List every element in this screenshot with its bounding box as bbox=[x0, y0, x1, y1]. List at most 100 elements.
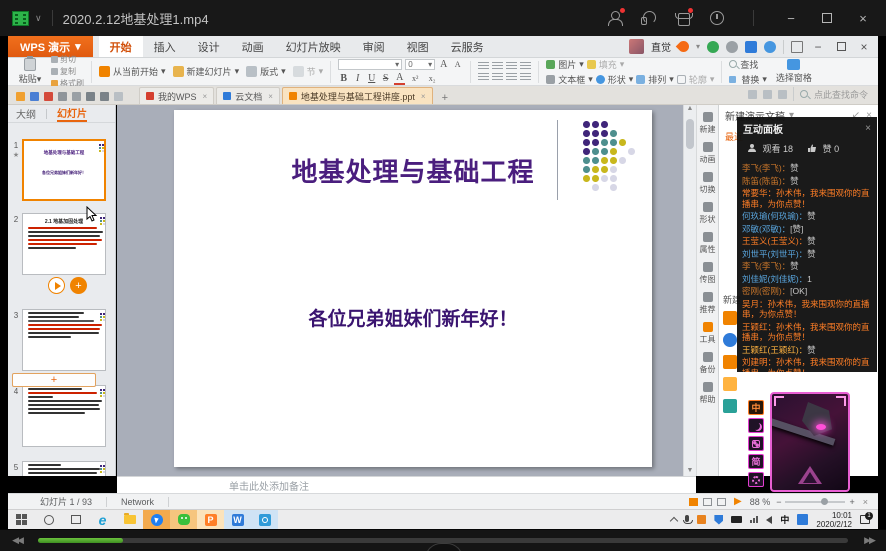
reading-view-button[interactable] bbox=[716, 497, 726, 506]
writer-app-icon[interactable]: W bbox=[224, 510, 251, 529]
vertical-scrollbar[interactable]: ▲ ▼ bbox=[683, 105, 696, 476]
panel-tab-大纲[interactable]: 大纲 bbox=[16, 105, 36, 122]
skin-icon[interactable] bbox=[675, 8, 693, 26]
document-tab[interactable]: 云文档 × bbox=[216, 87, 280, 104]
close-tab-icon[interactable]: × bbox=[268, 92, 273, 101]
play-from-current-button[interactable]: 从当前开始 ▾ bbox=[99, 65, 166, 78]
chat-message-list[interactable]: 李飞(李飞)：赞 陈笛(陈笛)：赞 常要华：孙术伟，我来围观你的直播串，为你点赞！ 何… bbox=[737, 161, 877, 372]
sidebar-tool-新建[interactable]: 新建 bbox=[697, 112, 718, 135]
panel-tab-幻灯片[interactable]: 幻灯片 bbox=[57, 105, 87, 122]
notes-area[interactable]: 单击此处添加备注 bbox=[117, 476, 696, 493]
slide-subtitle[interactable]: 各位兄弟姐妹们新年好！ bbox=[174, 304, 652, 331]
network-signal-icon[interactable] bbox=[750, 516, 759, 523]
menu-tab-幻灯片放映[interactable]: 幻灯片放映 bbox=[275, 36, 352, 57]
underline-button[interactable]: U bbox=[366, 73, 377, 84]
fill-button[interactable]: 填充 ▾ bbox=[586, 58, 624, 71]
ime-simplified-button[interactable]: 简 bbox=[748, 454, 764, 469]
help-icon[interactable] bbox=[764, 40, 776, 53]
new-document-tab-button[interactable]: + bbox=[435, 92, 455, 104]
toggle-ribbon-icon[interactable] bbox=[791, 40, 803, 53]
print-preview-icon[interactable] bbox=[72, 92, 81, 101]
slide-thumbnail[interactable] bbox=[22, 309, 106, 371]
menu-tab-云服务[interactable]: 云服务 bbox=[440, 36, 495, 57]
app-tray-icon[interactable] bbox=[797, 514, 809, 525]
arrange-button[interactable]: 排列 ▾ bbox=[636, 73, 674, 86]
task-view-button[interactable] bbox=[62, 510, 89, 529]
align-center-icon[interactable] bbox=[492, 72, 504, 82]
account-icon[interactable] bbox=[607, 8, 625, 26]
shapes-button[interactable]: 形状 ▾ bbox=[595, 73, 633, 86]
sidebar-tool-切换[interactable]: 切换 bbox=[697, 172, 718, 195]
indent-decrease-icon[interactable] bbox=[506, 61, 518, 71]
shrink-font-button[interactable]: A bbox=[452, 60, 463, 69]
scroll-down-icon[interactable]: ▼ bbox=[684, 467, 696, 474]
recorder-tray-icon[interactable] bbox=[697, 515, 707, 524]
undo-icon[interactable] bbox=[86, 92, 95, 101]
file-explorer-icon[interactable] bbox=[116, 510, 143, 529]
slide-thumbnail[interactable]: 地基处理与基础工程 各位兄弟姐妹们新年好！ bbox=[22, 139, 106, 201]
find-button[interactable]: 查找 bbox=[729, 58, 767, 71]
headset-icon[interactable] bbox=[641, 10, 657, 26]
italic-button[interactable]: I bbox=[352, 73, 363, 84]
tray-expand-icon[interactable] bbox=[670, 516, 679, 526]
document-tab[interactable]: 地基处理与基础工程讲座.ppt × bbox=[281, 87, 433, 104]
close-icon[interactable]: × bbox=[865, 123, 871, 134]
font-size-combo[interactable]: 0 ▾ bbox=[405, 58, 436, 70]
forward-button[interactable]: ▶▶ bbox=[852, 535, 886, 546]
mini-icon[interactable] bbox=[747, 89, 757, 99]
ime-settings-button[interactable] bbox=[748, 472, 764, 487]
add-slide-button[interactable]: + bbox=[12, 373, 96, 387]
flame-icon[interactable] bbox=[675, 38, 692, 55]
wechat-icon[interactable] bbox=[170, 510, 197, 529]
slide-editor-canvas[interactable]: 地基处理与基础工程 各位兄弟姐妹们新年好！ bbox=[117, 105, 683, 476]
player-maximize-button[interactable] bbox=[818, 11, 836, 26]
superscript-button[interactable]: x² bbox=[408, 74, 422, 83]
video-app-icon[interactable] bbox=[251, 510, 278, 529]
history-icon[interactable] bbox=[709, 10, 725, 26]
display-tray-icon[interactable] bbox=[731, 516, 743, 523]
ime-indicator[interactable]: 中 bbox=[780, 513, 789, 526]
close-tab-icon[interactable]: × bbox=[203, 92, 208, 101]
slide[interactable]: 地基处理与基础工程 各位兄弟姐妹们新年好！ bbox=[174, 110, 652, 467]
subscript-button[interactable]: x₂ bbox=[425, 74, 439, 83]
picture-button[interactable]: 图片 ▾ bbox=[546, 58, 584, 71]
document-tab[interactable]: 我的WPS × bbox=[139, 87, 215, 104]
scrollbar-thumb[interactable] bbox=[686, 119, 694, 149]
export-pdf-icon[interactable] bbox=[44, 92, 53, 101]
sidebar-tool-帮助[interactable]: 帮助 bbox=[697, 382, 718, 405]
grow-font-button[interactable]: A bbox=[438, 59, 449, 70]
menu-tab-视图[interactable]: 视图 bbox=[396, 36, 440, 57]
scroll-up-icon[interactable]: ▲ bbox=[687, 105, 694, 112]
pointer-app-icon[interactable] bbox=[143, 510, 170, 529]
note-icon[interactable] bbox=[745, 40, 757, 53]
slideshow-button[interactable]: ▶ bbox=[734, 496, 742, 507]
player-menu-chevron-icon[interactable]: ∨ bbox=[35, 13, 42, 24]
command-search-hint[interactable]: 点此查找命令 bbox=[814, 88, 868, 101]
sidebar-tool-动画[interactable]: 动画 bbox=[697, 142, 718, 165]
ime-skin-character-card[interactable] bbox=[770, 392, 850, 492]
open-folder-icon[interactable] bbox=[16, 92, 25, 101]
volume-icon[interactable] bbox=[766, 515, 773, 524]
close-icon[interactable]: × bbox=[863, 497, 868, 507]
mini-icon[interactable] bbox=[762, 89, 772, 99]
player-logo-icon[interactable] bbox=[12, 10, 29, 26]
slide-thumbnail[interactable] bbox=[22, 461, 106, 476]
wps-app-icon[interactable]: P bbox=[197, 510, 224, 529]
section-button[interactable]: 节 ▾ bbox=[292, 65, 323, 78]
selection-pane-button[interactable]: 选择窗格 bbox=[774, 59, 814, 84]
template-icon[interactable] bbox=[723, 355, 737, 369]
close-tab-icon[interactable]: × bbox=[421, 92, 426, 101]
sidebar-tool-属性[interactable]: 属性 bbox=[697, 232, 718, 255]
font-color-button[interactable]: A bbox=[394, 72, 406, 85]
player-controls-handle[interactable] bbox=[425, 543, 463, 551]
indent-increase-icon[interactable] bbox=[520, 61, 532, 71]
font-name-combo[interactable]: ▾ bbox=[338, 58, 403, 70]
template-icon[interactable] bbox=[723, 399, 737, 413]
sidebar-tool-传图[interactable]: 传图 bbox=[697, 262, 718, 285]
template-icon[interactable] bbox=[723, 377, 737, 391]
menu-tab-开始[interactable]: 开始 bbox=[98, 36, 143, 57]
slide-thumbnail[interactable] bbox=[22, 385, 106, 447]
ime-emoji-button[interactable] bbox=[748, 436, 764, 451]
ime-fullwidth-button[interactable] bbox=[748, 418, 764, 433]
print-icon[interactable] bbox=[58, 92, 67, 101]
